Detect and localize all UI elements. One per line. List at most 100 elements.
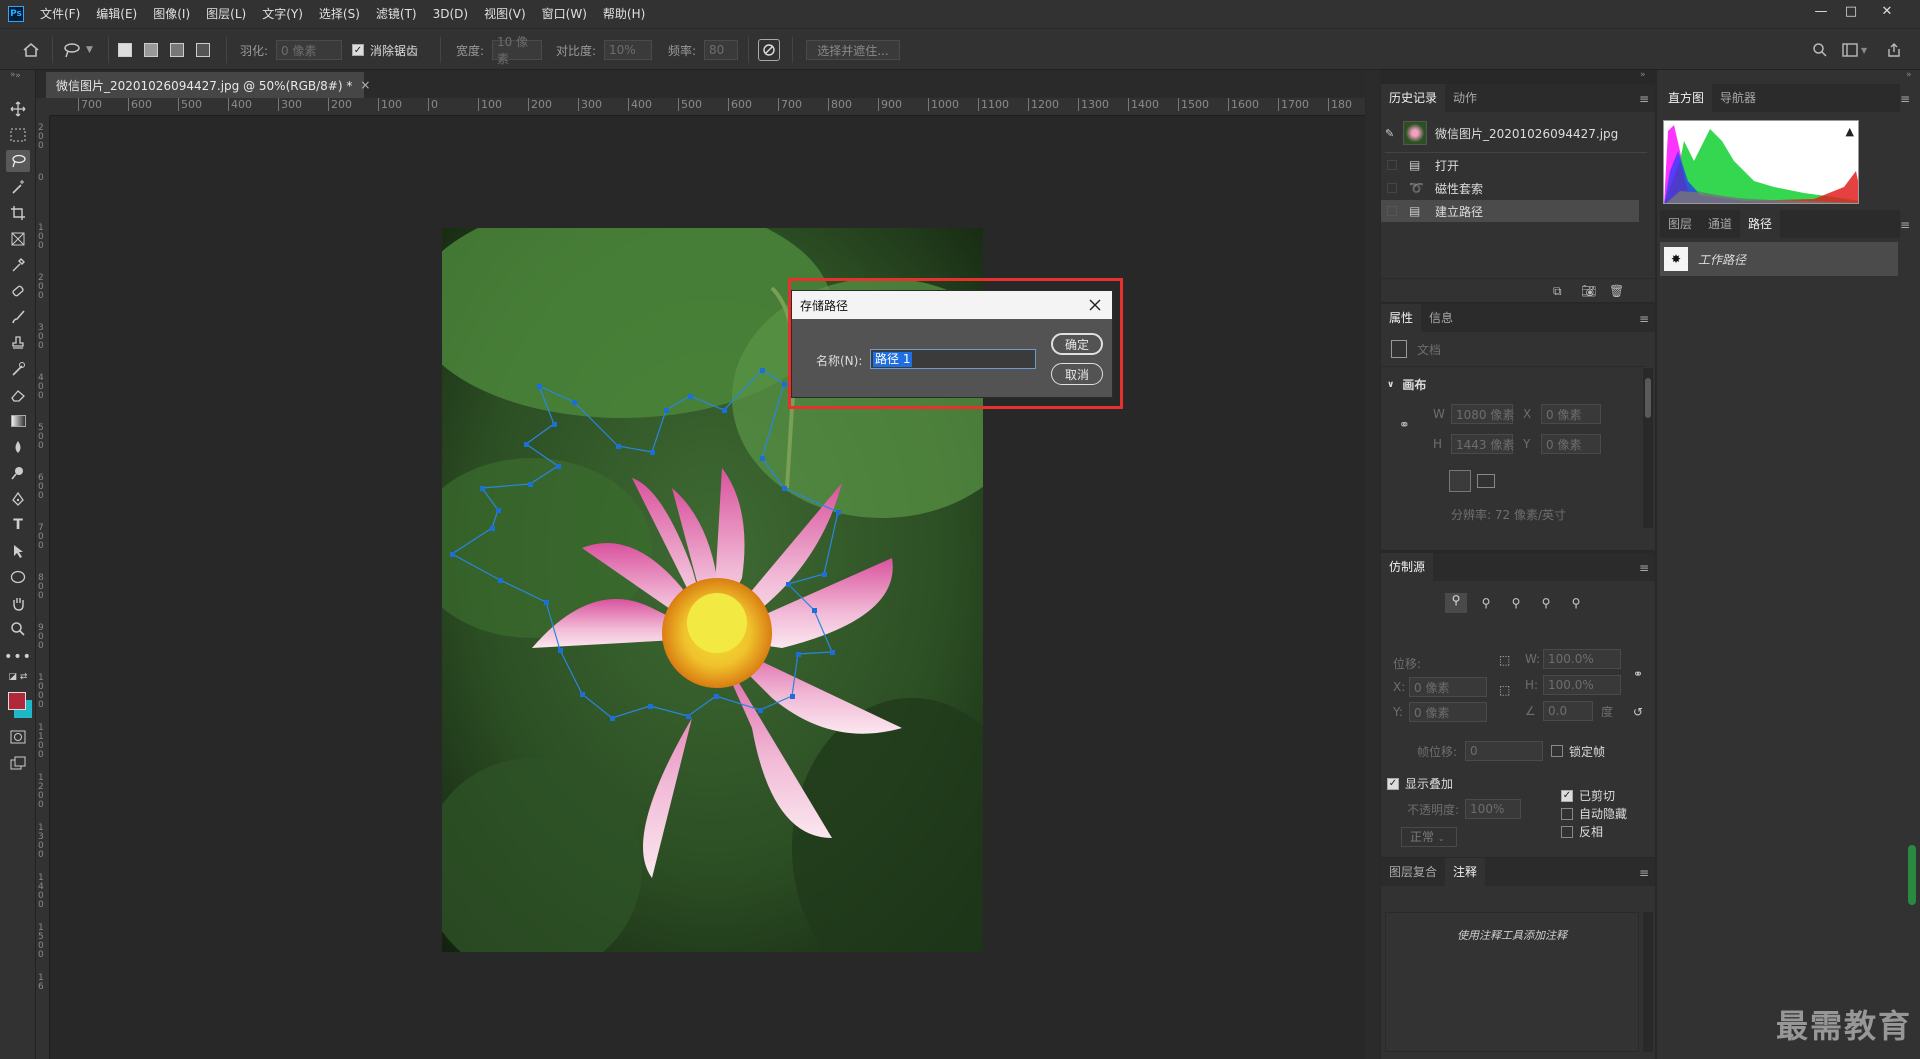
frame-offset-input[interactable]: 0 (1465, 741, 1544, 761)
move-tool-icon[interactable] (6, 98, 30, 120)
collapse-dock-icon[interactable]: » (1906, 70, 1918, 84)
select-and-mask-button[interactable]: 选择并遮住... (806, 40, 900, 60)
share-icon[interactable] (1886, 29, 1902, 71)
notes-scrollbar[interactable] (1643, 912, 1653, 1052)
new-document-from-state-icon[interactable]: ⧉ (1553, 284, 1562, 299)
clone-width-input[interactable]: 100.0% (1543, 649, 1621, 669)
blend-mode-select[interactable]: 正常 ⌄ (1401, 827, 1457, 847)
history-item-selected[interactable]: ▤ 建立路径 (1381, 200, 1639, 222)
close-window-button[interactable]: ✕ (1872, 0, 1902, 22)
blur-tool-icon[interactable] (6, 436, 30, 458)
menu-view[interactable]: 视图(V) (476, 0, 534, 28)
link-icon[interactable]: ⚭ (1633, 667, 1643, 681)
magic-wand-tool-icon[interactable] (6, 176, 30, 198)
history-source-box[interactable] (1387, 206, 1397, 216)
app-logo[interactable]: Ps (8, 6, 24, 22)
eraser-tool-icon[interactable] (6, 384, 30, 406)
selection-subtract-icon[interactable] (170, 29, 184, 71)
canvas-width-input[interactable]: 1080 像素 (1451, 404, 1514, 424)
menu-type[interactable]: 文字(Y) (254, 0, 311, 28)
canvas-x-input[interactable]: 0 像素 (1541, 404, 1601, 424)
antialias-checkbox[interactable]: ✓ 消除锯齿 (352, 29, 418, 71)
history-source-box[interactable] (1387, 183, 1397, 193)
tab-info[interactable]: 信息 (1421, 304, 1461, 332)
clone-source-4-icon[interactable]: ⚲ (1535, 596, 1557, 610)
lock-frame-checkbox[interactable]: ✓ (1551, 745, 1564, 757)
clone-y-input[interactable]: 0 像素 (1409, 702, 1487, 722)
selection-add-icon[interactable] (144, 29, 158, 71)
opacity-input[interactable]: 100% (1465, 799, 1522, 819)
show-overlay-row[interactable]: ✓ 显示叠加 (1387, 775, 1453, 792)
trash-icon[interactable]: 🗑︎ (1609, 284, 1624, 298)
history-snapshot[interactable]: ✎ 微信图片_20201026094427.jpg (1385, 120, 1618, 146)
portrait-orientation-icon[interactable] (1449, 470, 1471, 492)
magnetic-lasso-preset-icon[interactable]: ▼ (62, 29, 93, 71)
ellipse-tool-icon[interactable] (6, 566, 30, 588)
notes-area[interactable]: 使用注释工具添加注释 (1385, 912, 1639, 1052)
menu-help[interactable]: 帮助(H) (595, 0, 653, 28)
brush-tool-icon[interactable] (6, 306, 30, 328)
foreground-color-swatch[interactable] (8, 692, 26, 710)
properties-scrollbar[interactable] (1643, 368, 1653, 528)
clone-source-3-icon[interactable]: ⚲ (1505, 596, 1527, 610)
invert-checkbox[interactable]: ✓ (1561, 825, 1573, 838)
tab-channels[interactable]: 通道 (1700, 210, 1740, 238)
tab-histogram[interactable]: 直方图 (1660, 84, 1713, 112)
tab-paths[interactable]: 路径 (1740, 210, 1781, 238)
clone-source-1-icon[interactable]: ⚲ (1445, 593, 1467, 613)
healing-brush-tool-icon[interactable] (6, 280, 30, 302)
home-icon[interactable] (22, 29, 40, 71)
panel-menu-icon[interactable]: ≡ (1900, 218, 1910, 232)
canvas-y-input[interactable]: 0 像素 (1541, 434, 1601, 454)
frequency-input[interactable]: 80 (704, 40, 738, 60)
horizontal-ruler[interactable]: 700 600 500 400 300 200 100 0 100 200 300 400 500 600… (50, 98, 1365, 116)
reset-transform-icon[interactable]: ↺ (1633, 705, 1643, 719)
history-brush-source-icon[interactable]: ✎ (1385, 127, 1401, 140)
hand-tool-icon[interactable] (6, 592, 30, 614)
camera-icon[interactable]: 📷︎ (1581, 284, 1596, 298)
workspace-icon[interactable]: ▼ (1842, 29, 1867, 71)
panel-menu-icon[interactable]: ≡ (1639, 312, 1649, 326)
show-overlay-checkbox[interactable]: ✓ (1387, 777, 1399, 790)
tab-layer-comps[interactable]: 图层复合 (1381, 858, 1445, 886)
screen-mode-icon[interactable] (6, 752, 30, 774)
clipped-checkbox[interactable]: ✓ (1561, 789, 1573, 802)
flip-horizontal-icon[interactable]: ⬚ (1499, 653, 1510, 667)
quick-mask-icon[interactable] (6, 726, 30, 748)
stamp-tool-icon[interactable] (6, 332, 30, 354)
path-item-work-path[interactable]: ✸ 工作路径 (1660, 242, 1898, 276)
menu-image[interactable]: 图像(I) (145, 0, 198, 28)
panel-menu-icon[interactable]: ≡ (1639, 92, 1649, 106)
path-selection-tool-icon[interactable] (6, 540, 30, 562)
gradient-tool-icon[interactable] (6, 410, 30, 432)
feather-input[interactable]: 0 像素 (276, 40, 342, 60)
name-input[interactable]: 路径 1 (870, 349, 1036, 369)
tab-navigator[interactable]: 导航器 (1712, 84, 1764, 112)
tab-notes[interactable]: 注释 (1445, 858, 1486, 886)
dodge-tool-icon[interactable] (6, 462, 30, 484)
panel-menu-icon[interactable]: ≡ (1639, 866, 1649, 880)
menu-filter[interactable]: 滤镜(T) (368, 0, 425, 28)
menu-file[interactable]: 文件(F) (32, 0, 88, 28)
flip-vertical-icon[interactable]: ⬚ (1499, 683, 1510, 697)
contrast-input[interactable]: 10% (604, 40, 652, 60)
panel-menu-icon[interactable]: ≡ (1639, 561, 1649, 575)
frame-tool-icon[interactable] (6, 228, 30, 250)
canvas-section-header[interactable]: ∨ 画布 (1387, 376, 1426, 393)
magnetic-lasso-tool-icon[interactable] (6, 150, 30, 172)
chevron-down-icon[interactable]: ▼ (1861, 46, 1867, 55)
history-source-box[interactable] (1387, 160, 1397, 170)
clone-height-input[interactable]: 100.0% (1543, 675, 1621, 695)
tab-actions[interactable]: 动作 (1445, 84, 1485, 112)
maximize-button[interactable]: □ (1836, 0, 1866, 22)
swap-colors-icon[interactable]: ◪ ⇄ (6, 670, 30, 684)
selection-intersect-icon[interactable] (196, 29, 210, 71)
ok-button[interactable]: 确定 (1051, 333, 1103, 355)
minimize-button[interactable]: — (1806, 0, 1836, 22)
pressure-pen-icon[interactable] (758, 29, 780, 71)
menu-edit[interactable]: 编辑(E) (88, 0, 145, 28)
warning-icon[interactable]: ▲ (1846, 125, 1854, 138)
toolbar-collapse-icon[interactable]: » (0, 70, 36, 84)
clone-source-2-icon[interactable]: ⚲ (1475, 596, 1497, 610)
history-brush-tool-icon[interactable] (6, 358, 30, 380)
